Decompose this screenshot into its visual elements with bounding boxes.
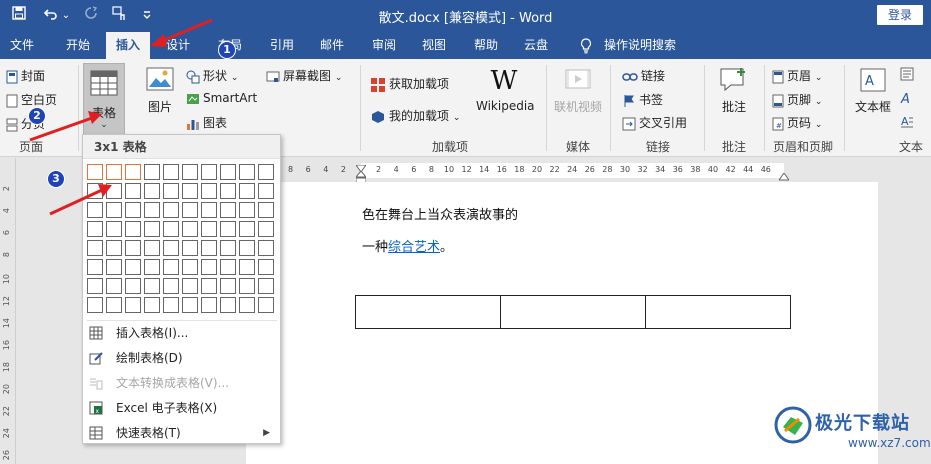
step-badge-2: 2 — [28, 107, 46, 125]
watermark-brand: 极光下载站 — [815, 413, 910, 434]
watermark-url: www.xz7.com — [848, 436, 931, 450]
step-badge-1: 1 — [218, 41, 236, 59]
annotation-arrows — [29, 18, 213, 216]
arrow-1 — [150, 18, 213, 47]
arrow-3 — [49, 184, 112, 216]
step-badge-3: 3 — [47, 170, 65, 188]
watermark-logo-icon — [774, 406, 812, 444]
